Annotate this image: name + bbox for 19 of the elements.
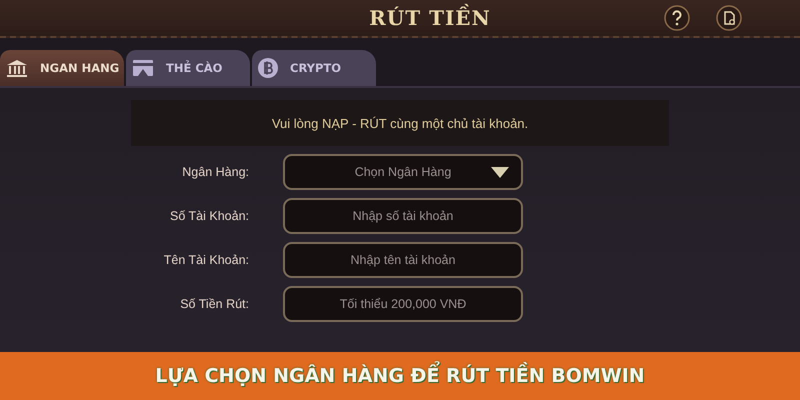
tab[interactable]: CRYPTO <box>252 50 376 86</box>
notice-text: Vui lòng NẠP - RÚT cùng một chủ tài khoản. <box>272 116 528 130</box>
caret-icon <box>491 167 509 178</box>
document-icon[interactable] <box>716 5 742 31</box>
card-icon <box>132 59 154 77</box>
field-label: Ngân Hàng: <box>181 165 250 179</box>
field-label: Số Tiền Rút: <box>179 297 250 311</box>
bank-dropdown[interactable]: Chọn Ngân Hàng <box>283 154 523 190</box>
tab[interactable]: NGAN HANG <box>0 50 124 86</box>
bank-icon <box>6 59 28 77</box>
input-field[interactable]: Nhập số tài khoản <box>283 198 523 234</box>
page-title: RÚT TIỀN <box>300 6 500 30</box>
field-label: Tên Tài Khoản: <box>162 253 250 267</box>
input-field[interactable]: Nhập tên tài khoản <box>283 242 523 278</box>
field-label: Số Tài Khoản: <box>169 209 250 223</box>
input-field[interactable]: Tối thiểu 200,000 VNĐ <box>283 286 523 322</box>
tab[interactable]: THẺ CÀO <box>126 50 250 86</box>
help-icon[interactable] <box>664 5 690 31</box>
bitcoin-icon <box>258 58 278 78</box>
